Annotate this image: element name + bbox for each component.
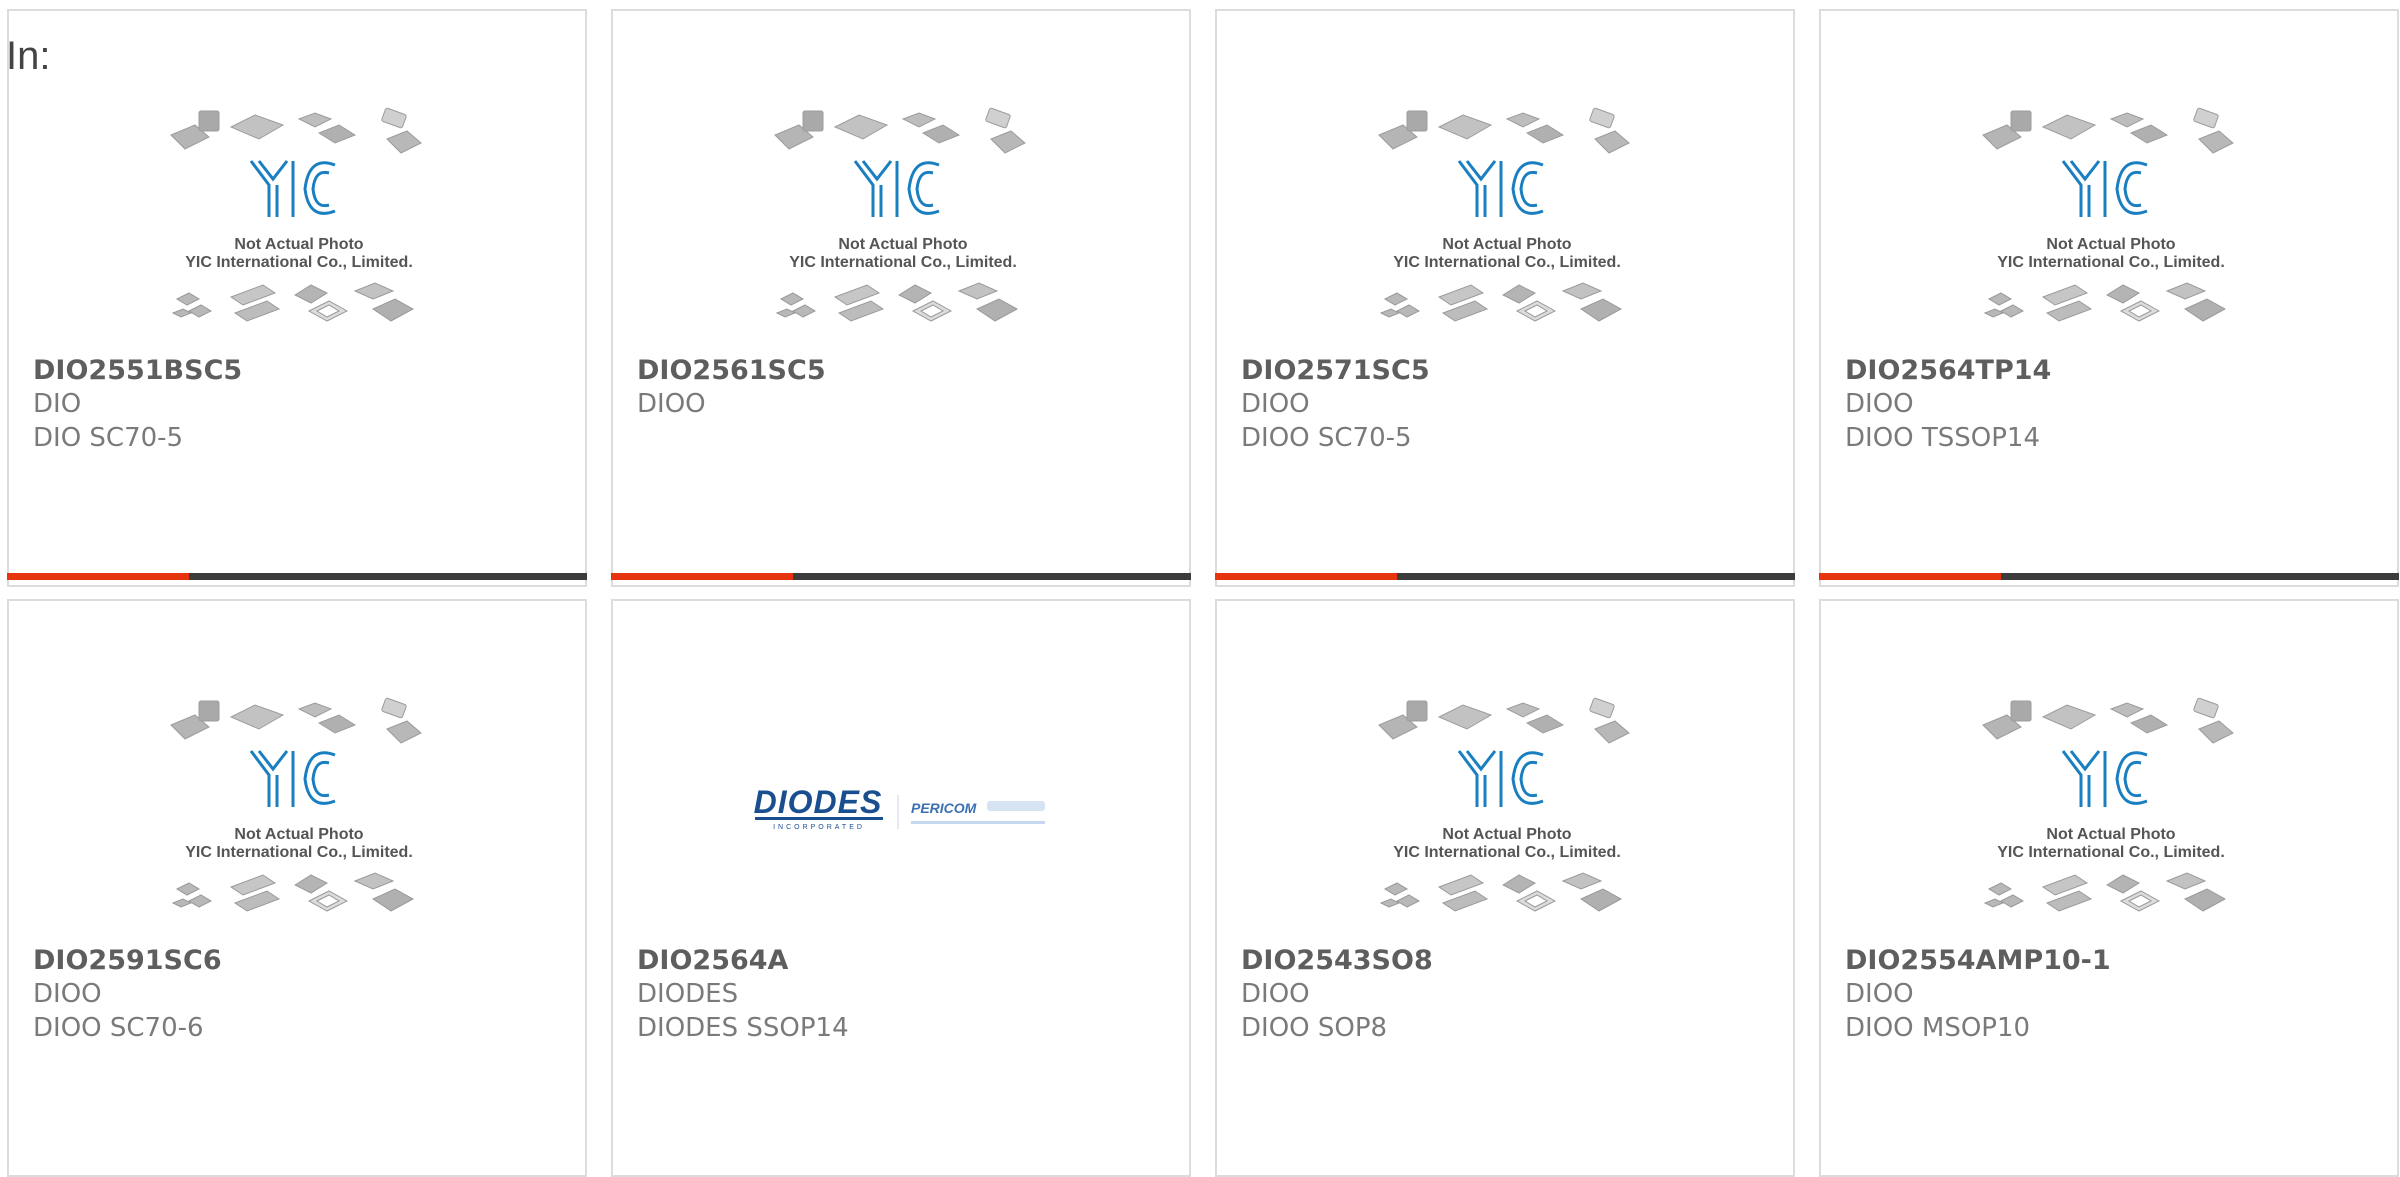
part-number[interactable]: DIO2564TP14 <box>1845 353 2051 389</box>
product-image[interactable]: Not Actual Photo YIC International Co., … <box>159 689 439 941</box>
yic-logo-icon <box>249 750 336 807</box>
svg-text:Not Actual Photo: Not Actual Photo <box>234 826 363 843</box>
part-number[interactable]: DIO2571SC5 <box>1241 353 1430 389</box>
product-image[interactable]: Not Actual Photo YIC International Co., … <box>1367 99 1647 351</box>
part-number[interactable]: DIO2561SC5 <box>637 353 826 389</box>
package: DIO SC70-5 <box>33 423 184 453</box>
svg-text:YIC International Co., Limited: YIC International Co., Limited. <box>1997 254 2225 271</box>
manufacturer: DIOO <box>33 979 102 1009</box>
svg-text:Not Actual Photo: Not Actual Photo <box>234 236 363 253</box>
part-number[interactable]: DIO2551BSC5 <box>33 353 242 389</box>
manufacturer: DIOO <box>1845 979 1914 1009</box>
yic-placeholder-image: Not Actual Photo YIC International Co., … <box>1378 107 1630 322</box>
yic-logo-icon <box>1457 750 1544 807</box>
manufacturer: DIO <box>33 389 82 419</box>
part-number[interactable]: DIO2591SC6 <box>33 943 222 979</box>
svg-text:Not Actual Photo: Not Actual Photo <box>1442 826 1571 843</box>
svg-text:Not Actual Photo: Not Actual Photo <box>2046 236 2175 253</box>
package: DIOO SC70-6 <box>33 1013 204 1043</box>
yic-placeholder-image: Not Actual Photo YIC International Co., … <box>170 107 422 322</box>
yic-logo-icon <box>2061 750 2148 807</box>
manufacturer: DIOO <box>637 389 706 419</box>
svg-text:Not Actual Photo: Not Actual Photo <box>838 236 967 253</box>
product-card[interactable]: Not Actual Photo YIC International Co., … <box>1819 599 2399 1177</box>
product-card[interactable]: Not Actual Photo YIC International Co., … <box>611 9 1191 587</box>
product-image[interactable]: Not Actual Photo YIC International Co., … <box>1971 689 2251 941</box>
package: DIOO SC70-5 <box>1241 423 1412 453</box>
product-card[interactable]: Not Actual Photo YIC International Co., … <box>7 599 587 1177</box>
card-accent-bar <box>611 573 1191 580</box>
yic-placeholder-image: Not Actual Photo YIC International Co., … <box>1982 107 2234 322</box>
svg-text:YIC International Co., Limited: YIC International Co., Limited. <box>1393 254 1621 271</box>
svg-text:Not Actual Photo: Not Actual Photo <box>2046 826 2175 843</box>
yic-placeholder-image: Not Actual Photo YIC International Co., … <box>170 697 422 912</box>
product-card[interactable]: Not Actual Photo YIC International Co., … <box>1819 9 2399 587</box>
product-card[interactable]: DIODES INCORPORATED PERICOM DIO2564A DIO… <box>611 599 1191 1177</box>
product-grid: Not Actual Photo YIC International Co., … <box>0 0 2400 1177</box>
product-card[interactable]: Not Actual Photo YIC International Co., … <box>7 9 587 587</box>
yic-logo-icon <box>249 160 336 217</box>
product-image[interactable]: Not Actual Photo YIC International Co., … <box>159 99 439 351</box>
product-image[interactable]: Not Actual Photo YIC International Co., … <box>763 99 1043 351</box>
product-image[interactable]: Not Actual Photo YIC International Co., … <box>1971 99 2251 351</box>
yic-logo-icon <box>2061 160 2148 217</box>
product-card[interactable]: Not Actual Photo YIC International Co., … <box>1215 9 1795 587</box>
manufacturer: DIOO <box>1845 389 1914 419</box>
yic-logo-icon <box>1457 160 1544 217</box>
diodes-pericom-logo: DIODES INCORPORATED PERICOM <box>754 784 1045 831</box>
svg-text:YIC International Co., Limited: YIC International Co., Limited. <box>789 254 1017 271</box>
product-card[interactable]: Not Actual Photo YIC International Co., … <box>1215 599 1795 1177</box>
card-accent-segment <box>1215 573 1397 580</box>
card-accent-segment <box>1819 573 2001 580</box>
svg-text:YIC International Co., Limited: YIC International Co., Limited. <box>1997 844 2225 861</box>
search-in-label: In: <box>6 34 51 78</box>
package: DIOO TSSOP14 <box>1845 423 2040 453</box>
yic-placeholder-image: Not Actual Photo YIC International Co., … <box>1982 697 2234 912</box>
package: DIODES SSOP14 <box>637 1013 849 1043</box>
part-number[interactable]: DIO2554AMP10-1 <box>1845 943 2111 979</box>
card-accent-bar <box>1819 573 2399 580</box>
yic-placeholder-image: Not Actual Photo YIC International Co., … <box>1378 697 1630 912</box>
card-accent-bar <box>1215 573 1795 580</box>
svg-text:YIC International Co., Limited: YIC International Co., Limited. <box>185 254 413 271</box>
yic-logo-icon <box>853 160 940 217</box>
package: DIOO SOP8 <box>1241 1013 1388 1043</box>
svg-text:YIC International Co., Limited: YIC International Co., Limited. <box>185 844 413 861</box>
pericom-logo-text: PERICOM <box>911 800 977 816</box>
svg-text:YIC International Co., Limited: YIC International Co., Limited. <box>1393 844 1621 861</box>
diodes-logo-text: DIODES <box>754 784 883 820</box>
svg-text:Not Actual Photo: Not Actual Photo <box>1442 236 1571 253</box>
diodes-tagline: INCORPORATED <box>773 824 865 831</box>
part-number[interactable]: DIO2543SO8 <box>1241 943 1433 979</box>
package: DIOO MSOP10 <box>1845 1013 2031 1043</box>
part-number[interactable]: DIO2564A <box>637 943 788 979</box>
product-image[interactable]: Not Actual Photo YIC International Co., … <box>1367 689 1647 941</box>
manufacturer: DIOO <box>1241 979 1310 1009</box>
card-accent-bar <box>7 573 587 580</box>
card-accent-segment <box>611 573 793 580</box>
manufacturer: DIOO <box>1241 389 1310 419</box>
manufacturer: DIODES <box>637 979 739 1009</box>
product-image[interactable]: DIODES INCORPORATED PERICOM <box>733 751 1073 861</box>
card-accent-segment <box>7 573 189 580</box>
yic-placeholder-image: Not Actual Photo YIC International Co., … <box>774 107 1026 322</box>
